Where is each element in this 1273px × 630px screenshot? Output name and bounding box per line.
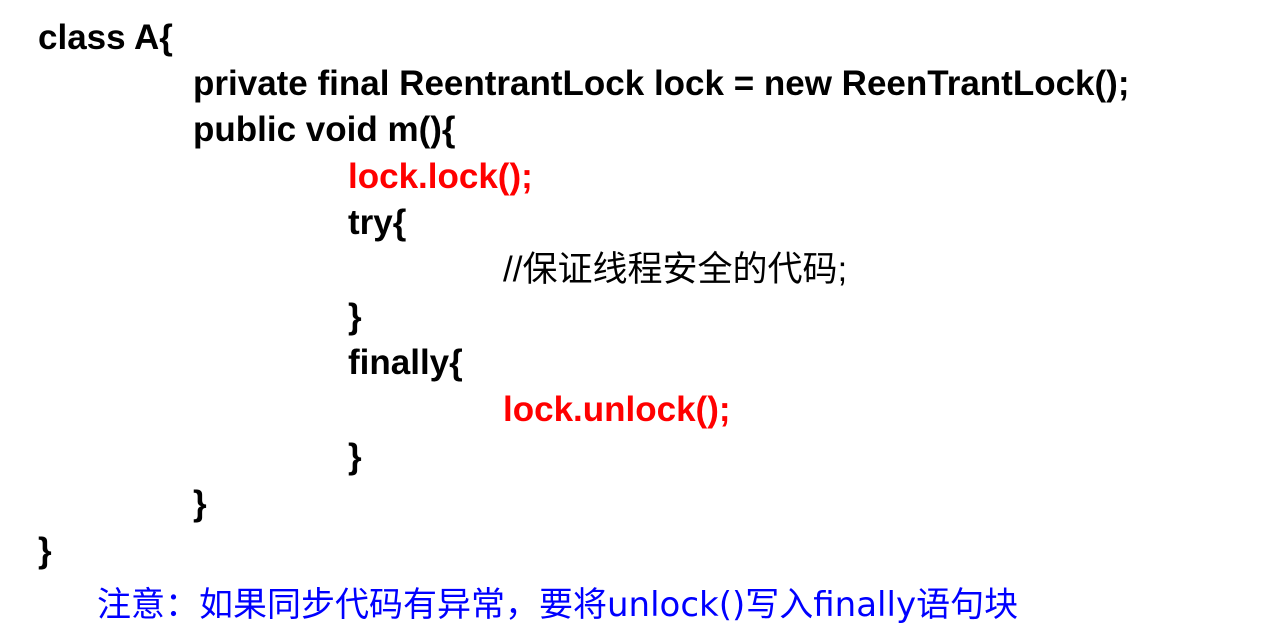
- code-line-unlock-call: lock.unlock();: [503, 390, 731, 429]
- code-line-try: try{: [348, 203, 407, 242]
- note-text: 注意：如果同步代码有异常，要将unlock()写入finally语句块: [97, 585, 1019, 625]
- code-line-try-close: }: [348, 297, 362, 336]
- code-line-comment: //保证线程安全的代码;: [503, 250, 848, 289]
- code-line-class-decl: class A{: [38, 18, 173, 57]
- code-slide: class A{ private final ReentrantLock loc…: [0, 0, 1273, 630]
- code-line-class-close: }: [38, 531, 52, 570]
- code-line-field-decl: private final ReentrantLock lock = new R…: [193, 64, 1130, 103]
- code-line-finally-close: }: [348, 437, 362, 476]
- code-line-method-decl: public void m(){: [193, 110, 456, 149]
- code-line-method-close: }: [193, 484, 207, 523]
- code-line-lock-call: lock.lock();: [348, 157, 533, 196]
- code-line-finally: finally{: [348, 343, 463, 382]
